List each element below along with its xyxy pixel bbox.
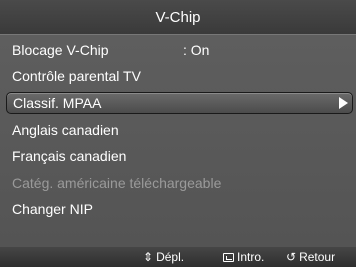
menu-panel: Blocage V-Chip : On Contrôle parental TV… [0, 34, 356, 248]
menu-item-label: Anglais canadien [12, 122, 119, 138]
return-hint: ↺ Retour [286, 250, 335, 264]
menu-item-label: Catég. américaine téléchargeable [12, 175, 222, 191]
menu-item-tv-parental[interactable]: Contrôle parental TV [6, 65, 353, 87]
menu-item-vchip-lock[interactable]: Blocage V-Chip : On [6, 39, 353, 61]
menu-item-value: : On [183, 42, 210, 58]
up-down-arrows-icon: ⇕ [143, 250, 154, 264]
menu-item-downloadable-rating: Catég. américaine téléchargeable [6, 172, 353, 194]
menu-title: V-Chip [155, 8, 201, 26]
menu-item-mpaa-rating[interactable]: Classif. MPAA [6, 92, 353, 114]
enter-hint-label: Intro. [237, 250, 265, 264]
menu-item-change-pin[interactable]: Changer NIP [6, 198, 353, 220]
move-hint: ⇕ Dépl. [143, 250, 184, 264]
menu-item-label: Français canadien [12, 148, 127, 164]
vchip-screen: V-Chip Blocage V-Chip : On Contrôle pare… [0, 0, 356, 267]
menu-item-label: Changer NIP [12, 201, 93, 217]
enter-icon [223, 252, 234, 262]
return-icon: ↺ [286, 250, 297, 264]
return-hint-label: Retour [299, 250, 336, 264]
menu-item-label: Classif. MPAA [13, 95, 102, 111]
menu-item-canadian-english[interactable]: Anglais canadien [6, 119, 353, 141]
menu-title-bar: V-Chip [0, 0, 356, 34]
menu-item-canadian-french[interactable]: Français canadien [6, 145, 353, 167]
footer-hints: ⇕ Dépl. Intro. ↺ Retour [0, 247, 356, 267]
menu-item-label: Blocage V-Chip [12, 42, 109, 58]
submenu-arrow-icon [339, 97, 348, 109]
move-hint-label: Dépl. [156, 250, 185, 264]
enter-hint: Intro. [223, 250, 264, 264]
menu-item-label: Contrôle parental TV [12, 68, 141, 84]
